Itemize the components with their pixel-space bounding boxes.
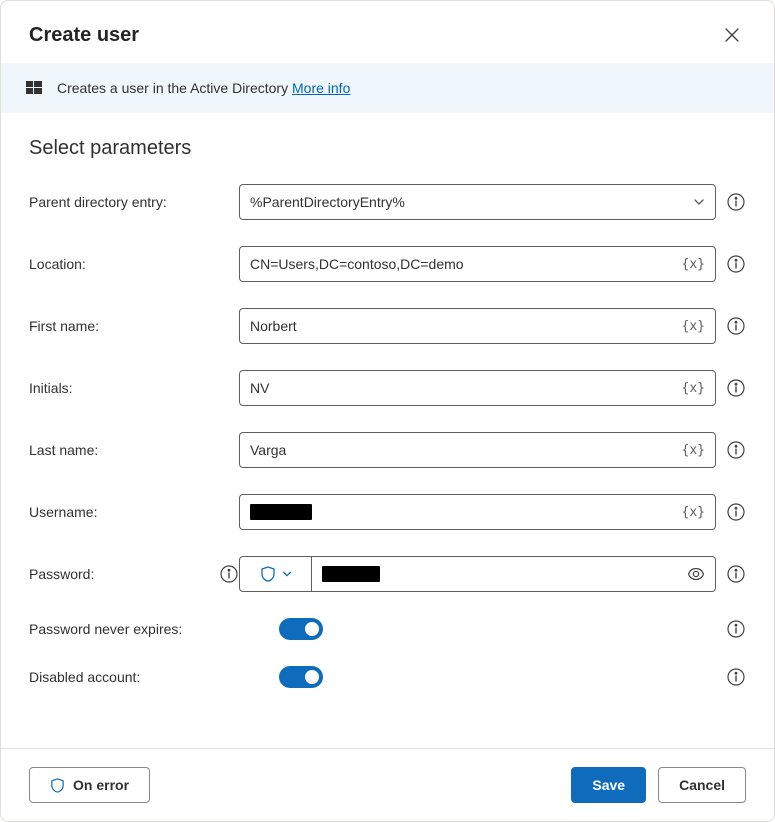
dialog-header: Create user [1, 1, 774, 63]
more-info-link[interactable]: More info [292, 80, 350, 96]
cancel-button[interactable]: Cancel [658, 767, 746, 803]
field-password: Password: [29, 556, 746, 592]
input-initials[interactable] [250, 371, 676, 405]
info-icon [727, 668, 745, 686]
input-password[interactable] [312, 566, 677, 582]
variable-picker-username[interactable]: {x} [676, 505, 705, 520]
info-icon [220, 565, 238, 583]
field-location: Location: {x} [29, 246, 746, 282]
input-first-name-wrap: {x} [239, 308, 716, 344]
input-location[interactable] [250, 247, 676, 281]
help-last-name[interactable] [726, 440, 746, 460]
help-password-never-expires[interactable] [726, 619, 746, 639]
label-username: Username: [29, 504, 239, 520]
dialog-content: Select parameters Parent directory entry… [1, 113, 774, 748]
help-password-label[interactable] [219, 564, 239, 584]
input-username-wrap: {x} [239, 494, 716, 530]
variable-picker-initials[interactable]: {x} [676, 381, 705, 396]
shield-icon [50, 778, 65, 793]
input-username-redacted[interactable] [250, 504, 312, 520]
label-initials: Initials: [29, 380, 239, 396]
toggle-password-never-expires[interactable] [279, 618, 323, 640]
create-user-dialog: Create user Creates a user in the Active… [0, 0, 775, 822]
input-last-name[interactable] [250, 433, 676, 467]
help-first-name[interactable] [726, 316, 746, 336]
field-parent-directory: Parent directory entry: %ParentDirectory… [29, 184, 746, 220]
input-password-redacted [322, 566, 380, 582]
label-last-name: Last name: [29, 442, 239, 458]
on-error-button[interactable]: On error [29, 767, 150, 803]
label-disabled-account: Disabled account: [29, 669, 279, 685]
field-disabled-account: Disabled account: [29, 666, 746, 688]
section-title: Select parameters [29, 137, 746, 160]
help-password[interactable] [726, 564, 746, 584]
dialog-title: Create user [29, 24, 139, 47]
help-location[interactable] [726, 254, 746, 274]
info-banner: Creates a user in the Active Directory M… [1, 63, 774, 113]
shield-icon [260, 566, 276, 582]
reveal-password-button[interactable] [677, 557, 715, 591]
field-first-name: First name: {x} [29, 308, 746, 344]
toggle-disabled-account[interactable] [279, 666, 323, 688]
info-icon [727, 255, 745, 273]
info-icon [727, 620, 745, 638]
banner-text: Creates a user in the Active Directory M… [57, 80, 350, 96]
input-password-wrap [239, 556, 716, 592]
info-icon [727, 379, 745, 397]
label-password-never-expires: Password never expires: [29, 621, 279, 637]
select-parent-directory[interactable]: %ParentDirectoryEntry% [239, 184, 716, 220]
select-parent-directory-value: %ParentDirectoryEntry% [250, 194, 405, 210]
label-password: Password: [29, 564, 239, 584]
eye-icon [687, 565, 705, 583]
field-password-never-expires: Password never expires: [29, 618, 746, 640]
chevron-down-icon [693, 196, 705, 208]
chevron-down-icon [282, 569, 292, 579]
dialog-footer: On error Save Cancel [1, 748, 774, 821]
variable-picker-first-name[interactable]: {x} [676, 319, 705, 334]
variable-picker-last-name[interactable]: {x} [676, 443, 705, 458]
variable-picker-location[interactable]: {x} [676, 257, 705, 272]
input-last-name-wrap: {x} [239, 432, 716, 468]
footer-right: Save Cancel [571, 767, 746, 803]
field-username: Username: {x} [29, 494, 746, 530]
help-username[interactable] [726, 502, 746, 522]
info-icon [727, 565, 745, 583]
info-icon [727, 193, 745, 211]
close-button[interactable] [718, 21, 746, 49]
input-location-wrap: {x} [239, 246, 716, 282]
help-initials[interactable] [726, 378, 746, 398]
label-parent-directory: Parent directory entry: [29, 194, 239, 210]
close-icon [725, 28, 739, 42]
save-button[interactable]: Save [571, 767, 646, 803]
info-icon [727, 503, 745, 521]
field-last-name: Last name: {x} [29, 432, 746, 468]
info-icon [727, 441, 745, 459]
label-location: Location: [29, 256, 239, 272]
password-mode-button[interactable] [240, 557, 312, 591]
field-initials: Initials: {x} [29, 370, 746, 406]
label-first-name: First name: [29, 318, 239, 334]
input-first-name[interactable] [250, 309, 676, 343]
help-disabled-account[interactable] [726, 667, 746, 687]
windows-icon [25, 79, 43, 97]
input-initials-wrap: {x} [239, 370, 716, 406]
info-icon [727, 317, 745, 335]
help-parent-directory[interactable] [726, 192, 746, 212]
